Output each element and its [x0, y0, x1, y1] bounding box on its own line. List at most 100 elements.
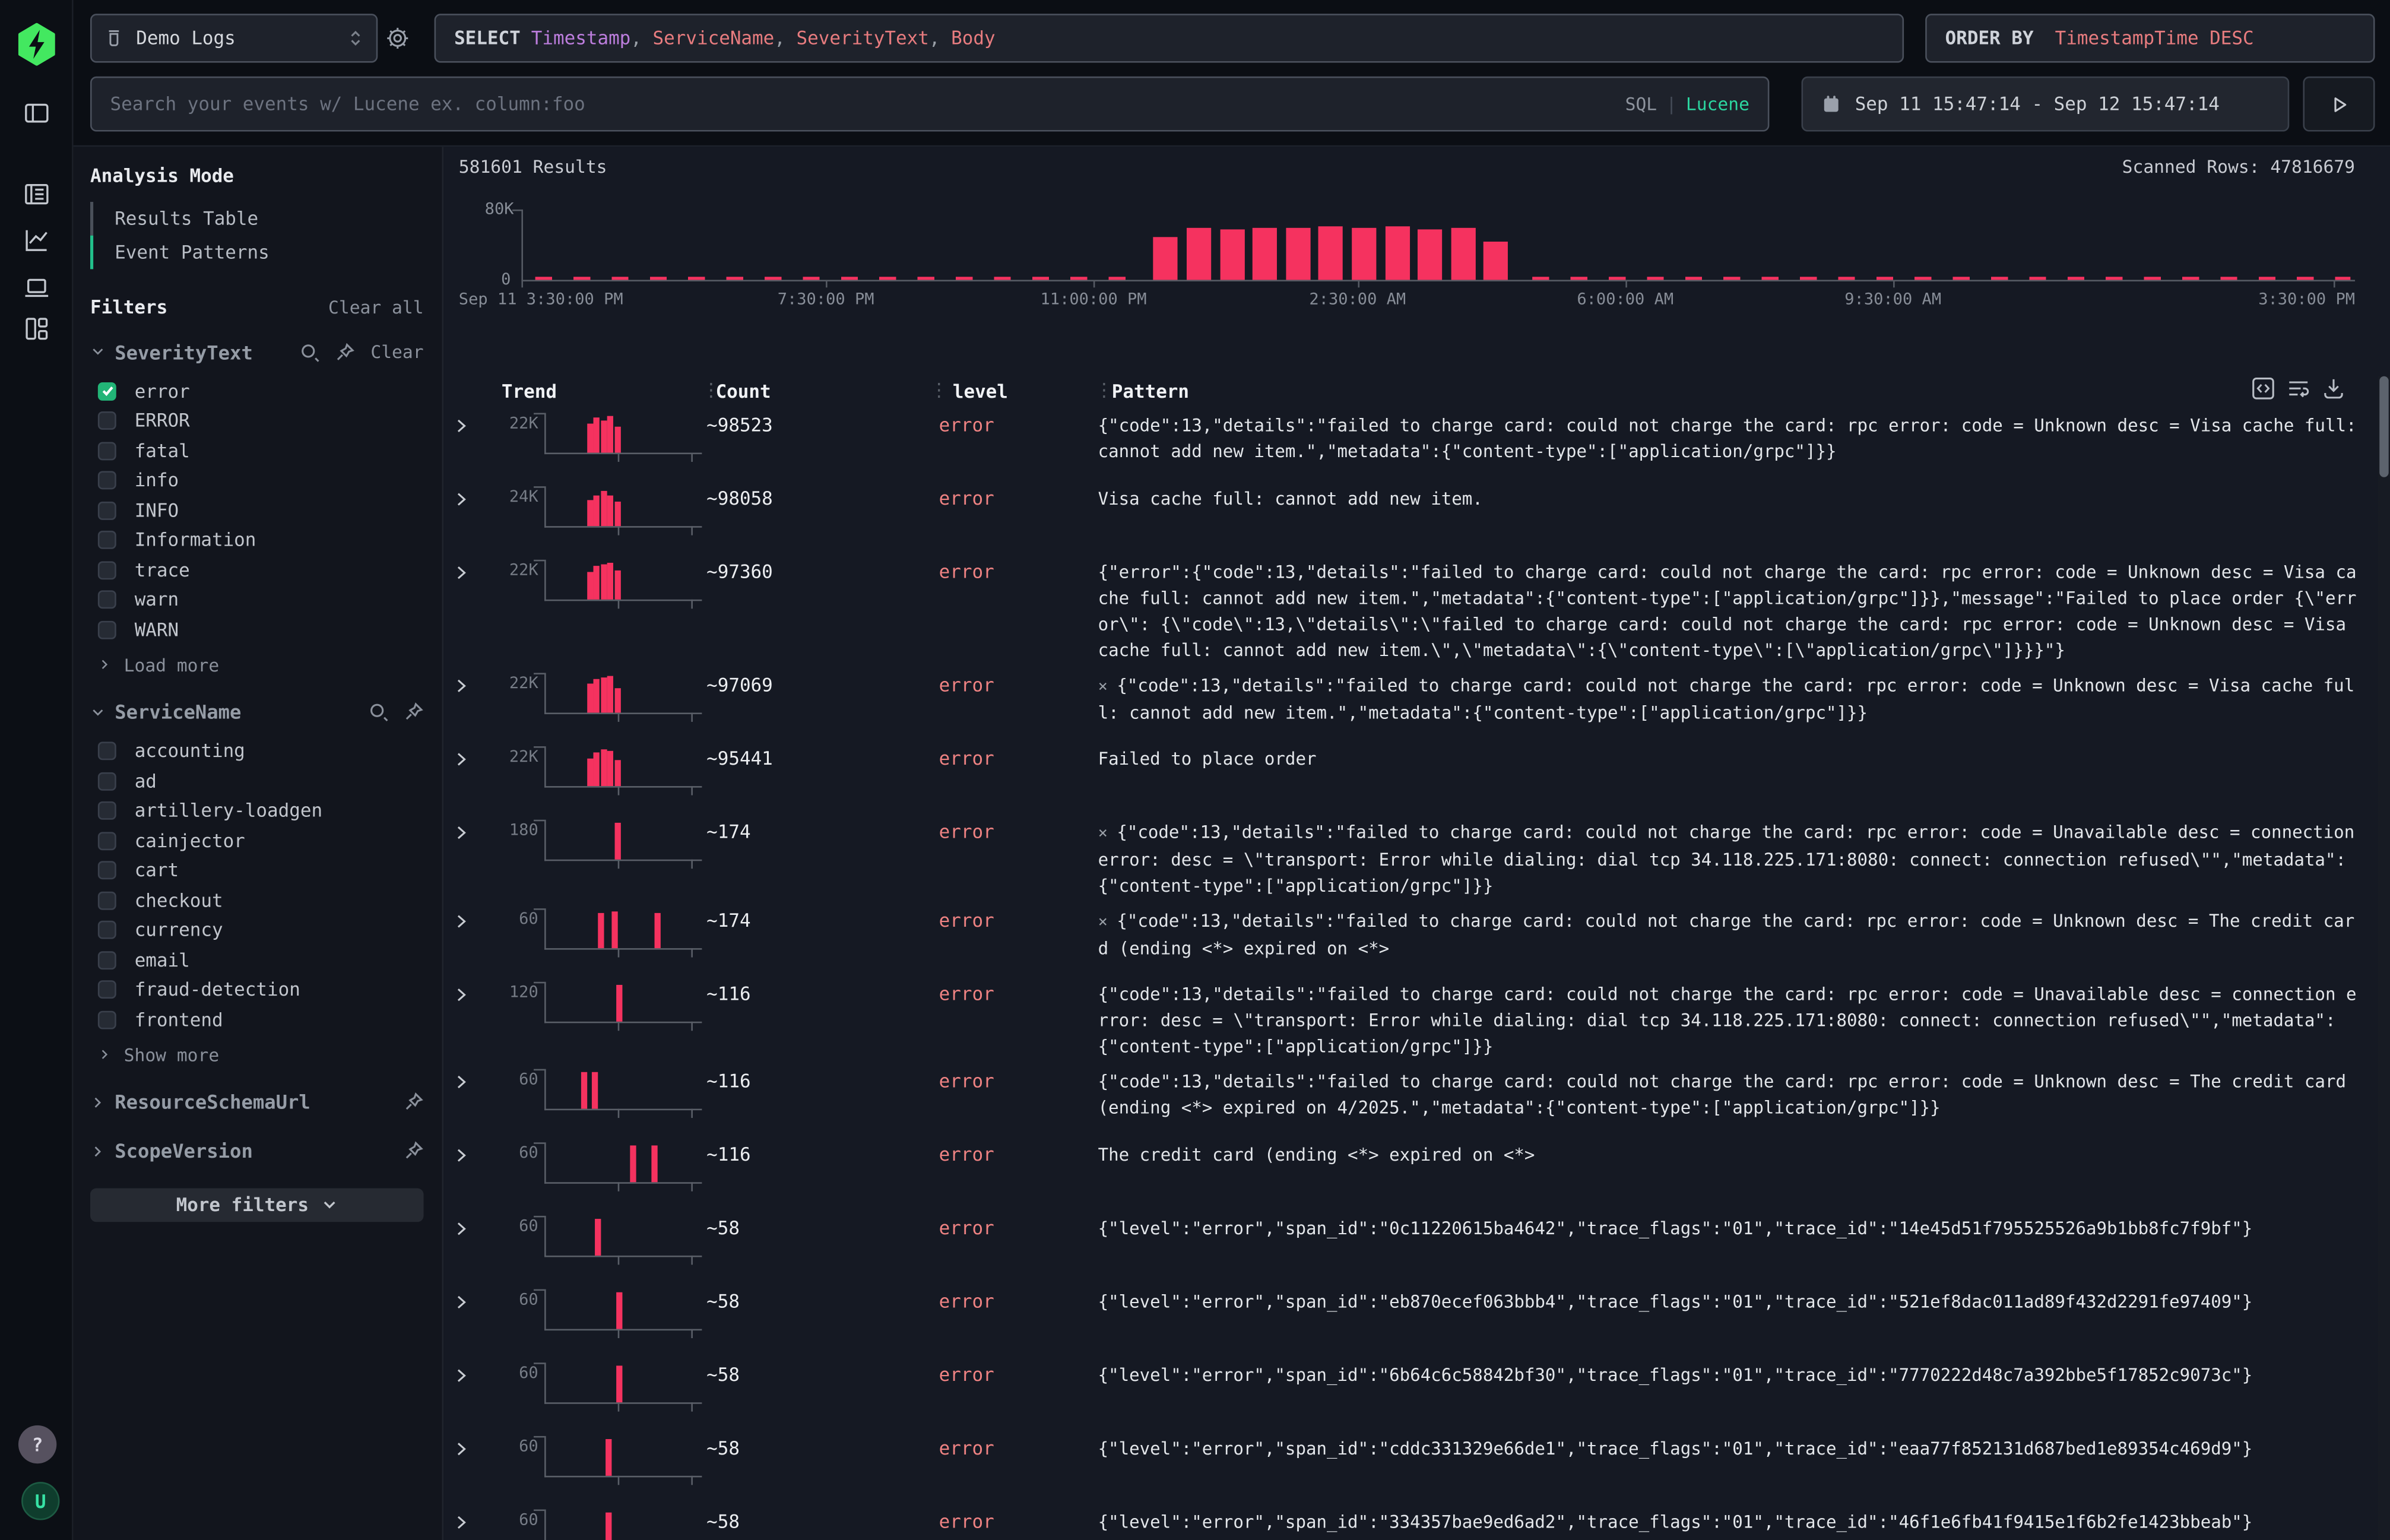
filter-group-header-severitytext[interactable]: SeverityTextClear	[90, 337, 424, 367]
exclude-x-icon[interactable]: ×	[1098, 677, 1108, 696]
expand-row-chevron-icon[interactable]	[452, 486, 477, 508]
source-settings-gear-icon[interactable]	[385, 26, 410, 50]
checkbox-unchecked[interactable]	[98, 891, 116, 910]
checkbox-unchecked[interactable]	[98, 531, 116, 550]
source-select[interactable]: Demo Logs	[90, 14, 378, 62]
view-json-icon[interactable]	[2251, 376, 2275, 401]
filter-option[interactable]: cart	[90, 855, 424, 885]
filter-option[interactable]: fraud-detection	[90, 975, 424, 1005]
filter-option[interactable]: currency	[90, 915, 424, 945]
expand-row-chevron-icon[interactable]	[452, 1510, 477, 1531]
filter-option[interactable]: Information	[90, 525, 424, 555]
checkbox-unchecked[interactable]	[98, 742, 116, 761]
column-header-pattern[interactable]: Pattern	[1112, 381, 1189, 402]
search-icon[interactable]	[300, 342, 320, 362]
filter-option[interactable]: fatal	[90, 436, 424, 465]
filter-option[interactable]: email	[90, 945, 424, 975]
pattern-row[interactable]: 22K~97069error×{"code":13,"details":"fai…	[443, 664, 2378, 737]
filter-option[interactable]: trace	[90, 555, 424, 585]
expand-row-chevron-icon[interactable]	[452, 413, 477, 435]
expand-row-chevron-icon[interactable]	[452, 673, 477, 694]
expand-row-chevron-icon[interactable]	[452, 1069, 477, 1091]
pattern-row[interactable]: 60~58error{"level":"error","span_id":"33…	[443, 1500, 2378, 1540]
clear-filter-button[interactable]: Clear	[370, 341, 423, 362]
user-avatar[interactable]: U	[21, 1482, 59, 1520]
order-by-input[interactable]: ORDER BY TimestampTime DESC	[1925, 14, 2375, 62]
more-filters-button[interactable]: More filters	[90, 1187, 424, 1221]
pattern-row[interactable]: 180~174error×{"code":13,"details":"faile…	[443, 810, 2378, 899]
nav-dashboards-icon[interactable]	[23, 315, 50, 343]
expand-row-chevron-icon[interactable]	[452, 1436, 477, 1457]
filter-option[interactable]: ad	[90, 766, 424, 796]
histogram-bar[interactable]	[1153, 237, 1178, 280]
date-range-picker[interactable]: Sep 11 15:47:14 - Sep 12 15:47:14	[1802, 77, 2290, 132]
filter-option[interactable]: cainjector	[90, 826, 424, 855]
expand-row-chevron-icon[interactable]	[452, 1362, 477, 1384]
histogram-bar[interactable]	[1451, 228, 1475, 280]
hyperdx-logo-icon[interactable]	[17, 23, 56, 66]
filter-option[interactable]: ERROR	[90, 406, 424, 436]
checkbox-unchecked[interactable]	[98, 772, 116, 790]
expand-row-chevron-icon[interactable]	[452, 746, 477, 768]
pattern-row[interactable]: 60~58error{"level":"error","span_id":"cd…	[443, 1427, 2378, 1500]
exclude-x-icon[interactable]: ×	[1098, 824, 1108, 842]
histogram-bar[interactable]	[1418, 229, 1443, 280]
histogram-bar[interactable]	[1385, 227, 1409, 280]
column-header-count[interactable]: Count	[716, 381, 771, 402]
checkbox-checked[interactable]	[98, 382, 116, 400]
checkbox-unchecked[interactable]	[98, 501, 116, 519]
pin-icon[interactable]	[335, 342, 355, 362]
select-query-input[interactable]: SELECT Timestamp, ServiceName, SeverityT…	[435, 14, 1904, 62]
pattern-row[interactable]: 60~116errorThe credit card (ending <*> e…	[443, 1133, 2378, 1207]
pattern-row[interactable]: 60~116error{"code":13,"details":"failed …	[443, 1060, 2378, 1133]
filter-option[interactable]: error	[90, 376, 424, 406]
pattern-row[interactable]: 22K~98523error{"code":13,"details":"fail…	[443, 404, 2378, 477]
column-header-level[interactable]: level	[953, 381, 1008, 402]
histogram-bar[interactable]	[1484, 242, 1508, 280]
mode-sql[interactable]: SQL	[1625, 93, 1657, 115]
column-resize-handle[interactable]: ⋮	[930, 379, 948, 401]
expand-row-chevron-icon[interactable]	[452, 1216, 477, 1237]
checkbox-unchecked[interactable]	[98, 981, 116, 999]
checkbox-unchecked[interactable]	[98, 442, 116, 460]
search-icon[interactable]	[369, 702, 388, 721]
pin-icon[interactable]	[404, 702, 423, 721]
checkbox-unchecked[interactable]	[98, 471, 116, 490]
pattern-row[interactable]: 24K~98058errorVisa cache full: cannot ad…	[443, 477, 2378, 551]
filter-option[interactable]: checkout	[90, 886, 424, 915]
expand-row-chevron-icon[interactable]	[452, 908, 477, 930]
histogram-bar[interactable]	[1286, 228, 1310, 280]
sidebar-toggle-icon[interactable]	[23, 99, 50, 126]
checkbox-unchecked[interactable]	[98, 861, 116, 880]
pattern-row[interactable]: 60~58error{"level":"error","span_id":"eb…	[443, 1280, 2378, 1354]
search-input[interactable]: Search your events w/ Lucene ex. column:…	[90, 77, 1769, 132]
filter-option[interactable]: warn	[90, 585, 424, 614]
histogram-bar[interactable]	[1187, 228, 1211, 280]
expand-row-chevron-icon[interactable]	[452, 820, 477, 841]
filter-group-header-servicename[interactable]: ServiceName	[90, 696, 424, 727]
pattern-row[interactable]: 22K~95441errorFailed to place order	[443, 737, 2378, 811]
filter-group-header-scopeversion[interactable]: ScopeVersion	[90, 1136, 424, 1167]
filter-option[interactable]: info	[90, 465, 424, 495]
expand-row-chevron-icon[interactable]	[452, 982, 477, 1003]
filter-show-more-button[interactable]: Show more	[90, 1041, 424, 1068]
run-query-button[interactable]	[2303, 77, 2375, 132]
filter-option[interactable]: accounting	[90, 736, 424, 766]
column-resize-handle[interactable]: ⋮	[1095, 379, 1113, 401]
histogram-bar[interactable]	[1319, 226, 1343, 280]
expand-row-chevron-icon[interactable]	[452, 1142, 477, 1164]
nav-chart-explorer-icon[interactable]	[23, 226, 50, 254]
checkbox-unchecked[interactable]	[98, 921, 116, 939]
pattern-row[interactable]: 60~174error×{"code":13,"details":"failed…	[443, 899, 2378, 973]
filter-load-more-button[interactable]: Load more	[90, 651, 424, 678]
histogram-bar[interactable]	[1253, 228, 1277, 280]
filter-option[interactable]: artillery-loadgen	[90, 796, 424, 826]
nav-search-logs-icon[interactable]	[23, 180, 50, 208]
filter-group-header-resourceschemaurl[interactable]: ResourceSchemaUrl	[90, 1086, 424, 1117]
checkbox-unchecked[interactable]	[98, 1010, 116, 1029]
expand-row-chevron-icon[interactable]	[452, 1289, 477, 1311]
scrollbar-thumb[interactable]	[2379, 376, 2388, 477]
histogram-bar[interactable]	[1220, 229, 1244, 280]
expand-row-chevron-icon[interactable]	[452, 560, 477, 581]
checkbox-unchecked[interactable]	[98, 412, 116, 430]
